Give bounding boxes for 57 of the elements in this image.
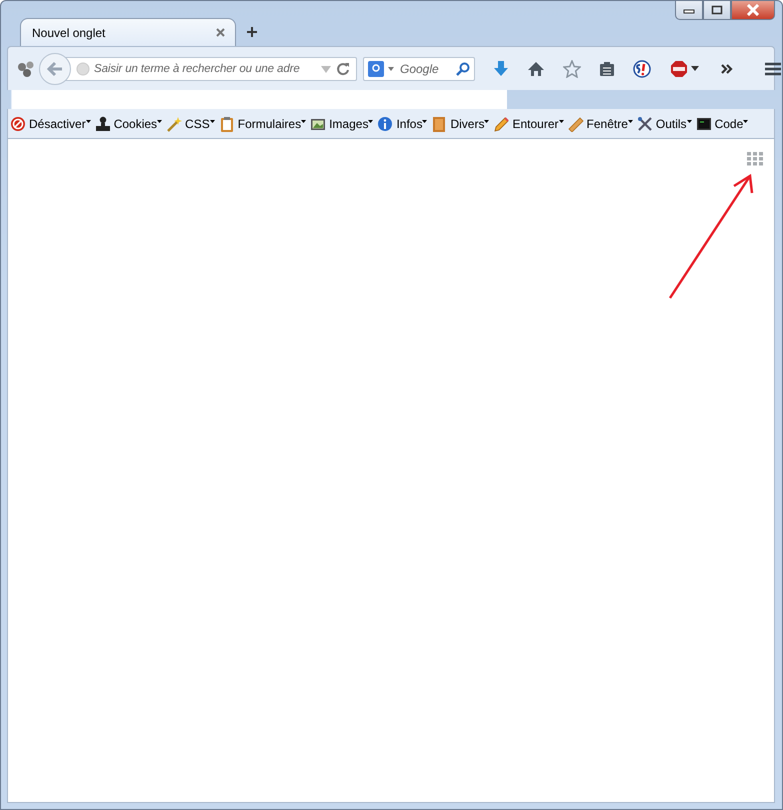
- star-icon[interactable]: [563, 60, 581, 78]
- toolbar-menu[interactable]: CSS: [166, 116, 219, 132]
- back-arrow-icon: [46, 60, 64, 76]
- caret-icon: [301, 120, 306, 122]
- download-icon[interactable]: [493, 60, 509, 78]
- minimize-button[interactable]: [675, 1, 703, 20]
- caret-icon: [628, 120, 633, 122]
- toolbar-menu[interactable]: Outils: [636, 116, 696, 132]
- address-bar[interactable]: Saisir un terme à rechercher ou une adre: [65, 56, 357, 80]
- toolbar-menu[interactable]: Cookies: [94, 116, 166, 132]
- info-icon: [377, 116, 394, 132]
- toolbar-menu[interactable]: Divers: [431, 116, 494, 132]
- reading-list-icon[interactable]: [599, 60, 615, 76]
- magic-wand-icon: [166, 116, 182, 132]
- ruler-icon: [568, 116, 584, 132]
- pencil-icon: [493, 116, 510, 132]
- toolbar-menu[interactable]: Entourer: [493, 116, 568, 132]
- caret-icon: [210, 120, 215, 122]
- toolbar-menu[interactable]: Images: [310, 116, 378, 132]
- toolbar-menu[interactable]: Code: [696, 116, 752, 132]
- caret-icon: [157, 120, 162, 122]
- caret-icon: [743, 120, 748, 122]
- new-tab-icon[interactable]: [246, 26, 258, 38]
- caret-icon: [368, 120, 374, 122]
- clipboard-icon: [218, 116, 235, 132]
- s-logo-icon[interactable]: [633, 60, 651, 78]
- chevron-icon[interactable]: [720, 62, 734, 74]
- stop-sign-icon[interactable]: [670, 60, 688, 78]
- caret-icon: [686, 120, 692, 122]
- tools-icon: [636, 116, 653, 132]
- toolbar-menu[interactable]: Formulaires: [218, 116, 310, 132]
- search-field[interactable]: Google: [398, 62, 452, 76]
- caret-icon: [484, 120, 490, 122]
- search-icon[interactable]: [456, 62, 470, 76]
- address-field[interactable]: Saisir un terme à rechercher ou une adre: [94, 62, 316, 74]
- toolbar-menu[interactable]: Désactiver: [10, 116, 95, 132]
- menu-icon[interactable]: [764, 62, 782, 76]
- close-tab-icon[interactable]: [216, 28, 225, 37]
- caret-icon: [422, 120, 428, 122]
- maximize-button[interactable]: [703, 1, 731, 20]
- terminal-icon: [696, 116, 712, 132]
- browser-tab[interactable]: Nouvel onglet: [20, 18, 236, 46]
- molecule-icon[interactable]: [17, 60, 35, 78]
- search-bar[interactable]: Google: [363, 56, 475, 80]
- caret-icon: [558, 120, 564, 122]
- maximize-icon: [711, 5, 723, 15]
- box-icon: [431, 116, 448, 132]
- home-icon[interactable]: [527, 60, 545, 76]
- toolbar-menu[interactable]: Infos: [377, 116, 432, 132]
- close-icon: [746, 4, 760, 16]
- google-icon[interactable]: [368, 60, 384, 76]
- reload-icon[interactable]: [336, 62, 350, 76]
- caret-icon[interactable]: [691, 66, 699, 71]
- caret-icon: [86, 120, 91, 122]
- toolbar-menu[interactable]: Fenêtre: [568, 116, 637, 132]
- close-button[interactable]: [731, 1, 775, 20]
- no-entry-icon: [10, 116, 26, 132]
